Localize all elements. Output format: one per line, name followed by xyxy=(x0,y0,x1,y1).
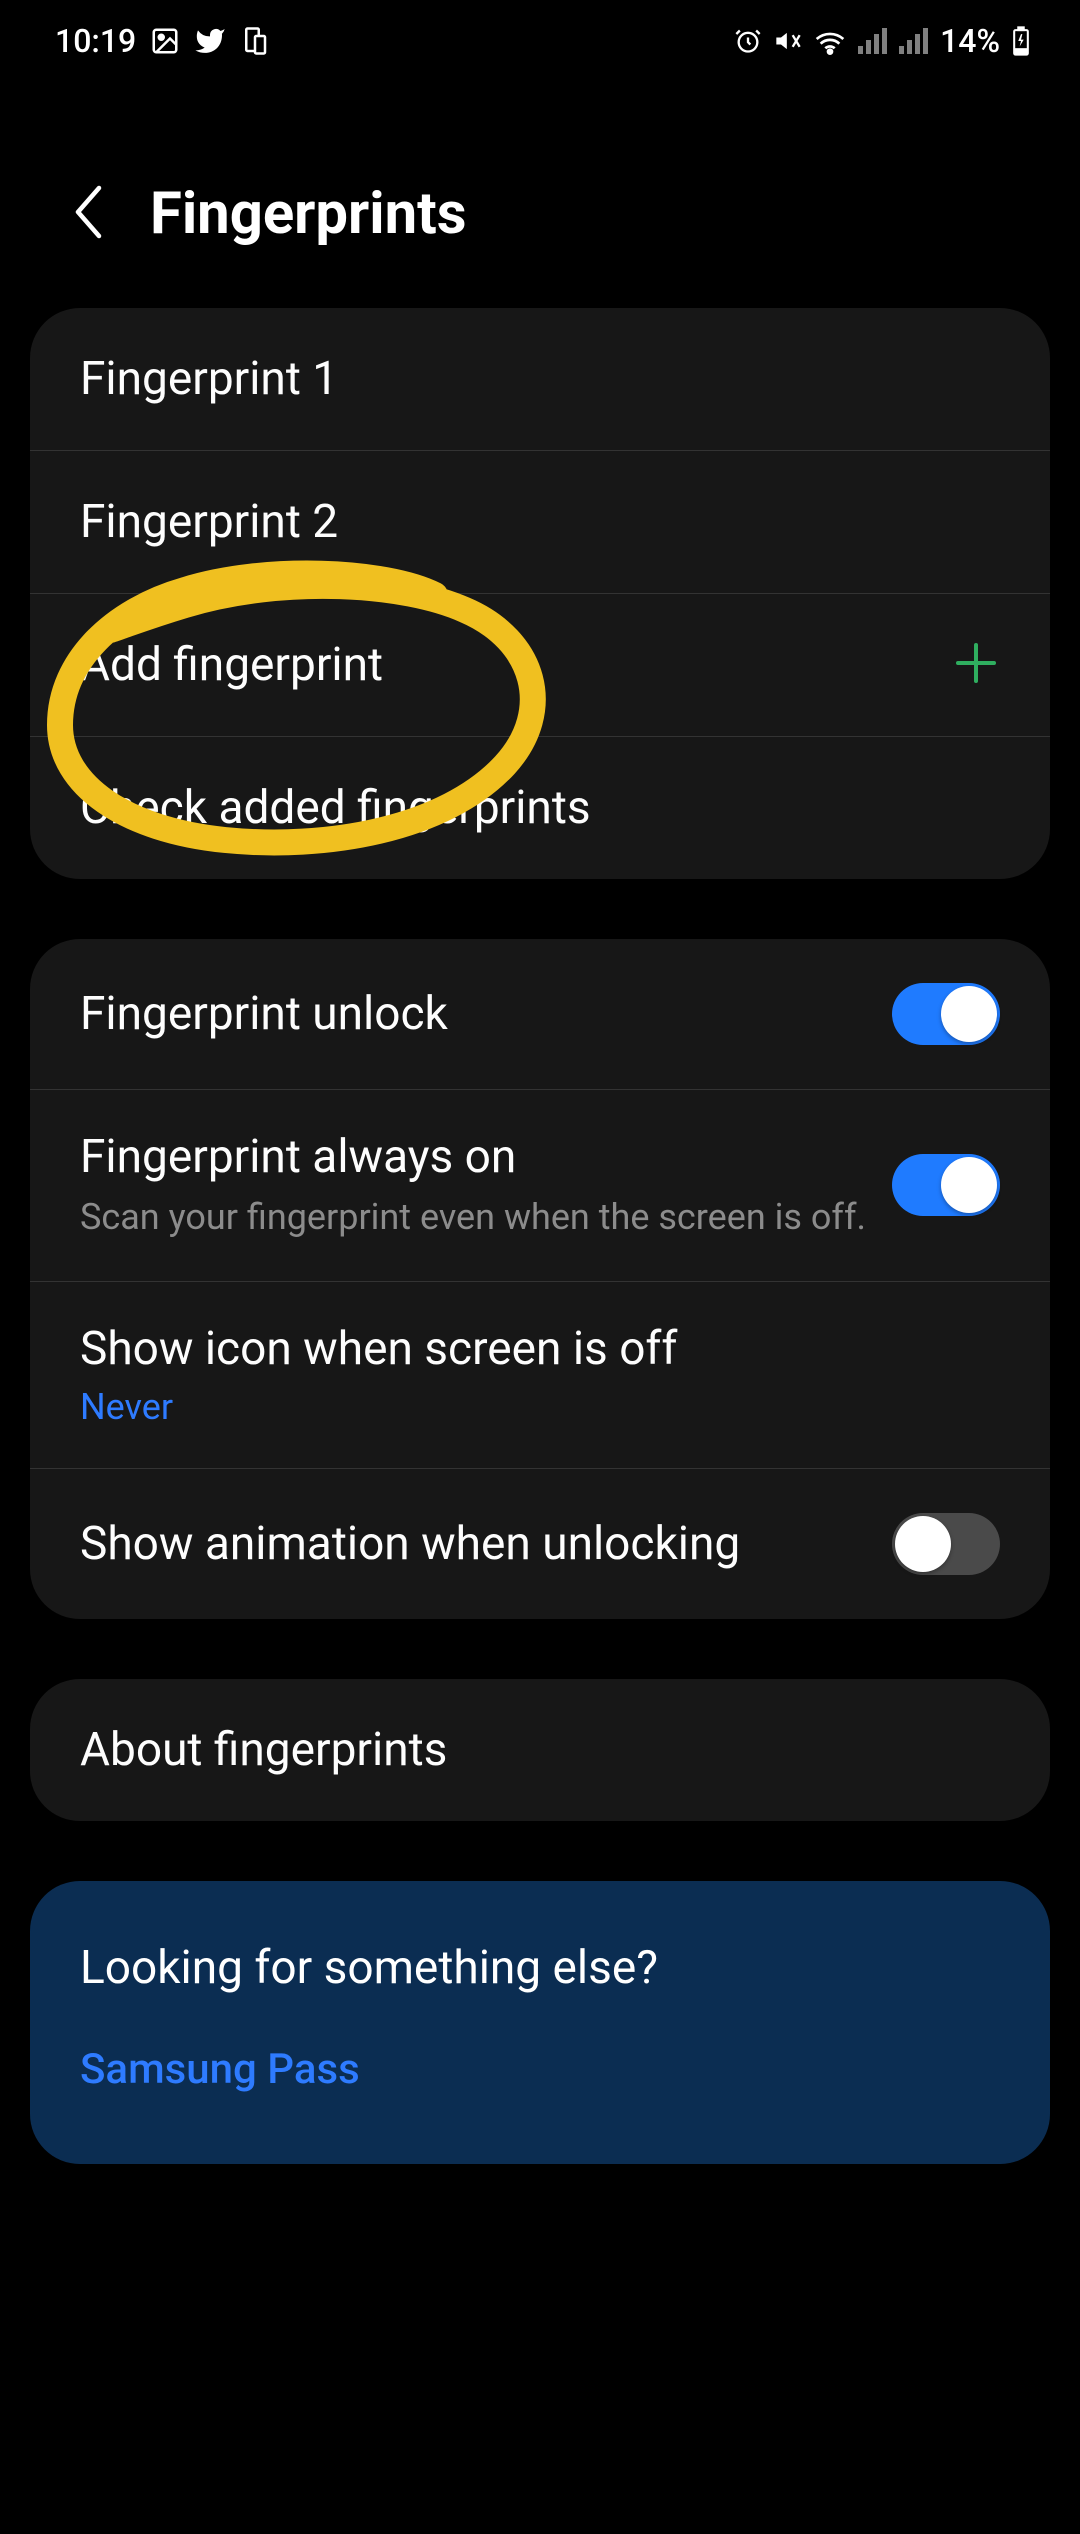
show-icon-label: Show icon when screen is off xyxy=(80,1322,1000,1376)
fingerprint-item-1[interactable]: Fingerprint 1 xyxy=(30,308,1050,451)
status-left: 10:19 xyxy=(55,22,270,60)
show-animation-label: Show animation when unlocking xyxy=(80,1517,892,1571)
fingerprint-unlock-toggle[interactable] xyxy=(892,983,1000,1045)
status-bar: 10:19 14% xyxy=(0,0,1080,70)
add-fingerprint-label: Add fingerprint xyxy=(80,638,952,692)
about-card: About fingerprints xyxy=(30,1679,1050,1821)
always-on-subtitle: Scan your fingerprint even when the scre… xyxy=(80,1194,892,1241)
alarm-icon xyxy=(734,27,762,55)
samsung-pass-link[interactable]: Samsung Pass xyxy=(80,2045,1000,2094)
page-header: Fingerprints xyxy=(0,70,1080,308)
show-animation-row[interactable]: Show animation when unlocking xyxy=(30,1469,1050,1619)
twitter-icon xyxy=(194,25,226,57)
vibrate-icon xyxy=(774,27,802,55)
add-fingerprint-row[interactable]: Add fingerprint xyxy=(30,594,1050,737)
battery-text: 14% xyxy=(940,22,1000,60)
gallery-icon xyxy=(150,26,180,56)
always-on-toggle[interactable] xyxy=(892,1154,1000,1216)
fingerprint-2-label: Fingerprint 2 xyxy=(80,495,1000,549)
fingerprint-always-on-row[interactable]: Fingerprint always on Scan your fingerpr… xyxy=(30,1090,1050,1282)
status-right: 14% xyxy=(734,22,1030,60)
fingerprint-settings-card: Fingerprint unlock Fingerprint always on… xyxy=(30,939,1050,1619)
about-fingerprints-label: About fingerprints xyxy=(80,1723,1000,1777)
status-time: 10:19 xyxy=(55,22,136,60)
plus-icon xyxy=(952,639,1000,691)
show-animation-toggle[interactable] xyxy=(892,1513,1000,1575)
device-icon xyxy=(240,26,270,56)
signal-icon-1 xyxy=(858,28,887,54)
check-fingerprints-label: Check added fingerprints xyxy=(80,781,1000,835)
wifi-icon xyxy=(814,27,846,55)
show-icon-row[interactable]: Show icon when screen is off Never xyxy=(30,1282,1050,1469)
back-button[interactable] xyxy=(70,182,110,246)
battery-icon xyxy=(1012,26,1030,56)
about-fingerprints-row[interactable]: About fingerprints xyxy=(30,1679,1050,1821)
fingerprint-item-2[interactable]: Fingerprint 2 xyxy=(30,451,1050,594)
page-title: Fingerprints xyxy=(150,180,467,248)
suggestion-card: Looking for something else? Samsung Pass xyxy=(30,1881,1050,2164)
check-fingerprints-row[interactable]: Check added fingerprints xyxy=(30,737,1050,879)
suggestion-title: Looking for something else? xyxy=(80,1941,1000,1995)
fingerprint-unlock-row[interactable]: Fingerprint unlock xyxy=(30,939,1050,1090)
fingerprint-unlock-label: Fingerprint unlock xyxy=(80,987,892,1041)
fingerprint-list-card: Fingerprint 1 Fingerprint 2 Add fingerpr… xyxy=(30,308,1050,879)
fingerprint-1-label: Fingerprint 1 xyxy=(80,352,1000,406)
always-on-label: Fingerprint always on xyxy=(80,1130,892,1184)
signal-icon-2 xyxy=(899,28,928,54)
show-icon-value: Never xyxy=(80,1386,1000,1428)
